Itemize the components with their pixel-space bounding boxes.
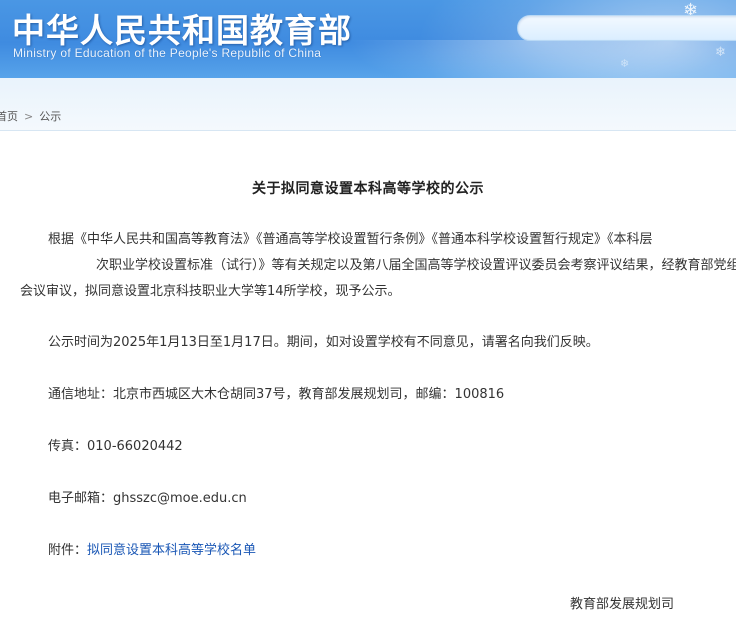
snowflake-icon: ❄ (620, 57, 630, 70)
breadcrumb-separator: > (24, 110, 34, 123)
signature: 教育部发展规划司 (570, 597, 675, 612)
breadcrumb-bar: 首页 > 公示 (0, 78, 736, 131)
breadcrumb-home-link[interactable]: 首页 (0, 110, 18, 123)
breadcrumb: 首页 > 公示 (0, 108, 61, 124)
header-streak (330, 40, 736, 78)
site-title[interactable]: 中华人民共和国教育部 (12, 4, 352, 52)
attachment-row: 附件：拟同意设置本科高等学校名单 (48, 538, 694, 564)
contact-address: 通信地址：北京市西城区大木仓胡同37号，教育部发展规划司，邮编：100816 (48, 387, 505, 402)
search-input[interactable] (517, 15, 736, 41)
site-subtitle: Ministry of Education of the People's Re… (13, 46, 322, 60)
publicity-period: 公示时间为2025年1月13日至1月17日。期间，如对设置学校有不同意见，请署名… (48, 335, 599, 350)
body-line: 会议审议，拟同意设置北京科技职业大学等14所学校，现予公示。 (20, 284, 401, 299)
attachment-label: 附件： (48, 543, 88, 558)
site-header: 中华人民共和国教育部 Ministry of Education of the … (0, 0, 736, 78)
breadcrumb-current[interactable]: 公示 (39, 110, 61, 123)
attachment-link[interactable]: 拟同意设置本科高等学校名单 (87, 543, 256, 558)
snowflake-icon: ❄ (715, 45, 726, 60)
contact-email: 电子邮箱：ghsszc@moe.edu.cn (48, 491, 247, 506)
body-line: 次职业学校设置标准（试行）》等有关规定以及第八届全国高等学校设置评议委员会考察评… (96, 258, 736, 273)
article-body: 根据《中华人民共和国高等教育法》《普通高等学校设置暂行条例》《普通本科学校设置暂… (20, 227, 736, 305)
contact-fax: 传真：010-66020442 (48, 439, 183, 454)
body-line: 根据《中华人民共和国高等教育法》《普通高等学校设置暂行条例》《普通本科学校设置暂… (48, 232, 653, 247)
article-title: 关于拟同意设置本科高等学校的公示 (252, 181, 484, 197)
